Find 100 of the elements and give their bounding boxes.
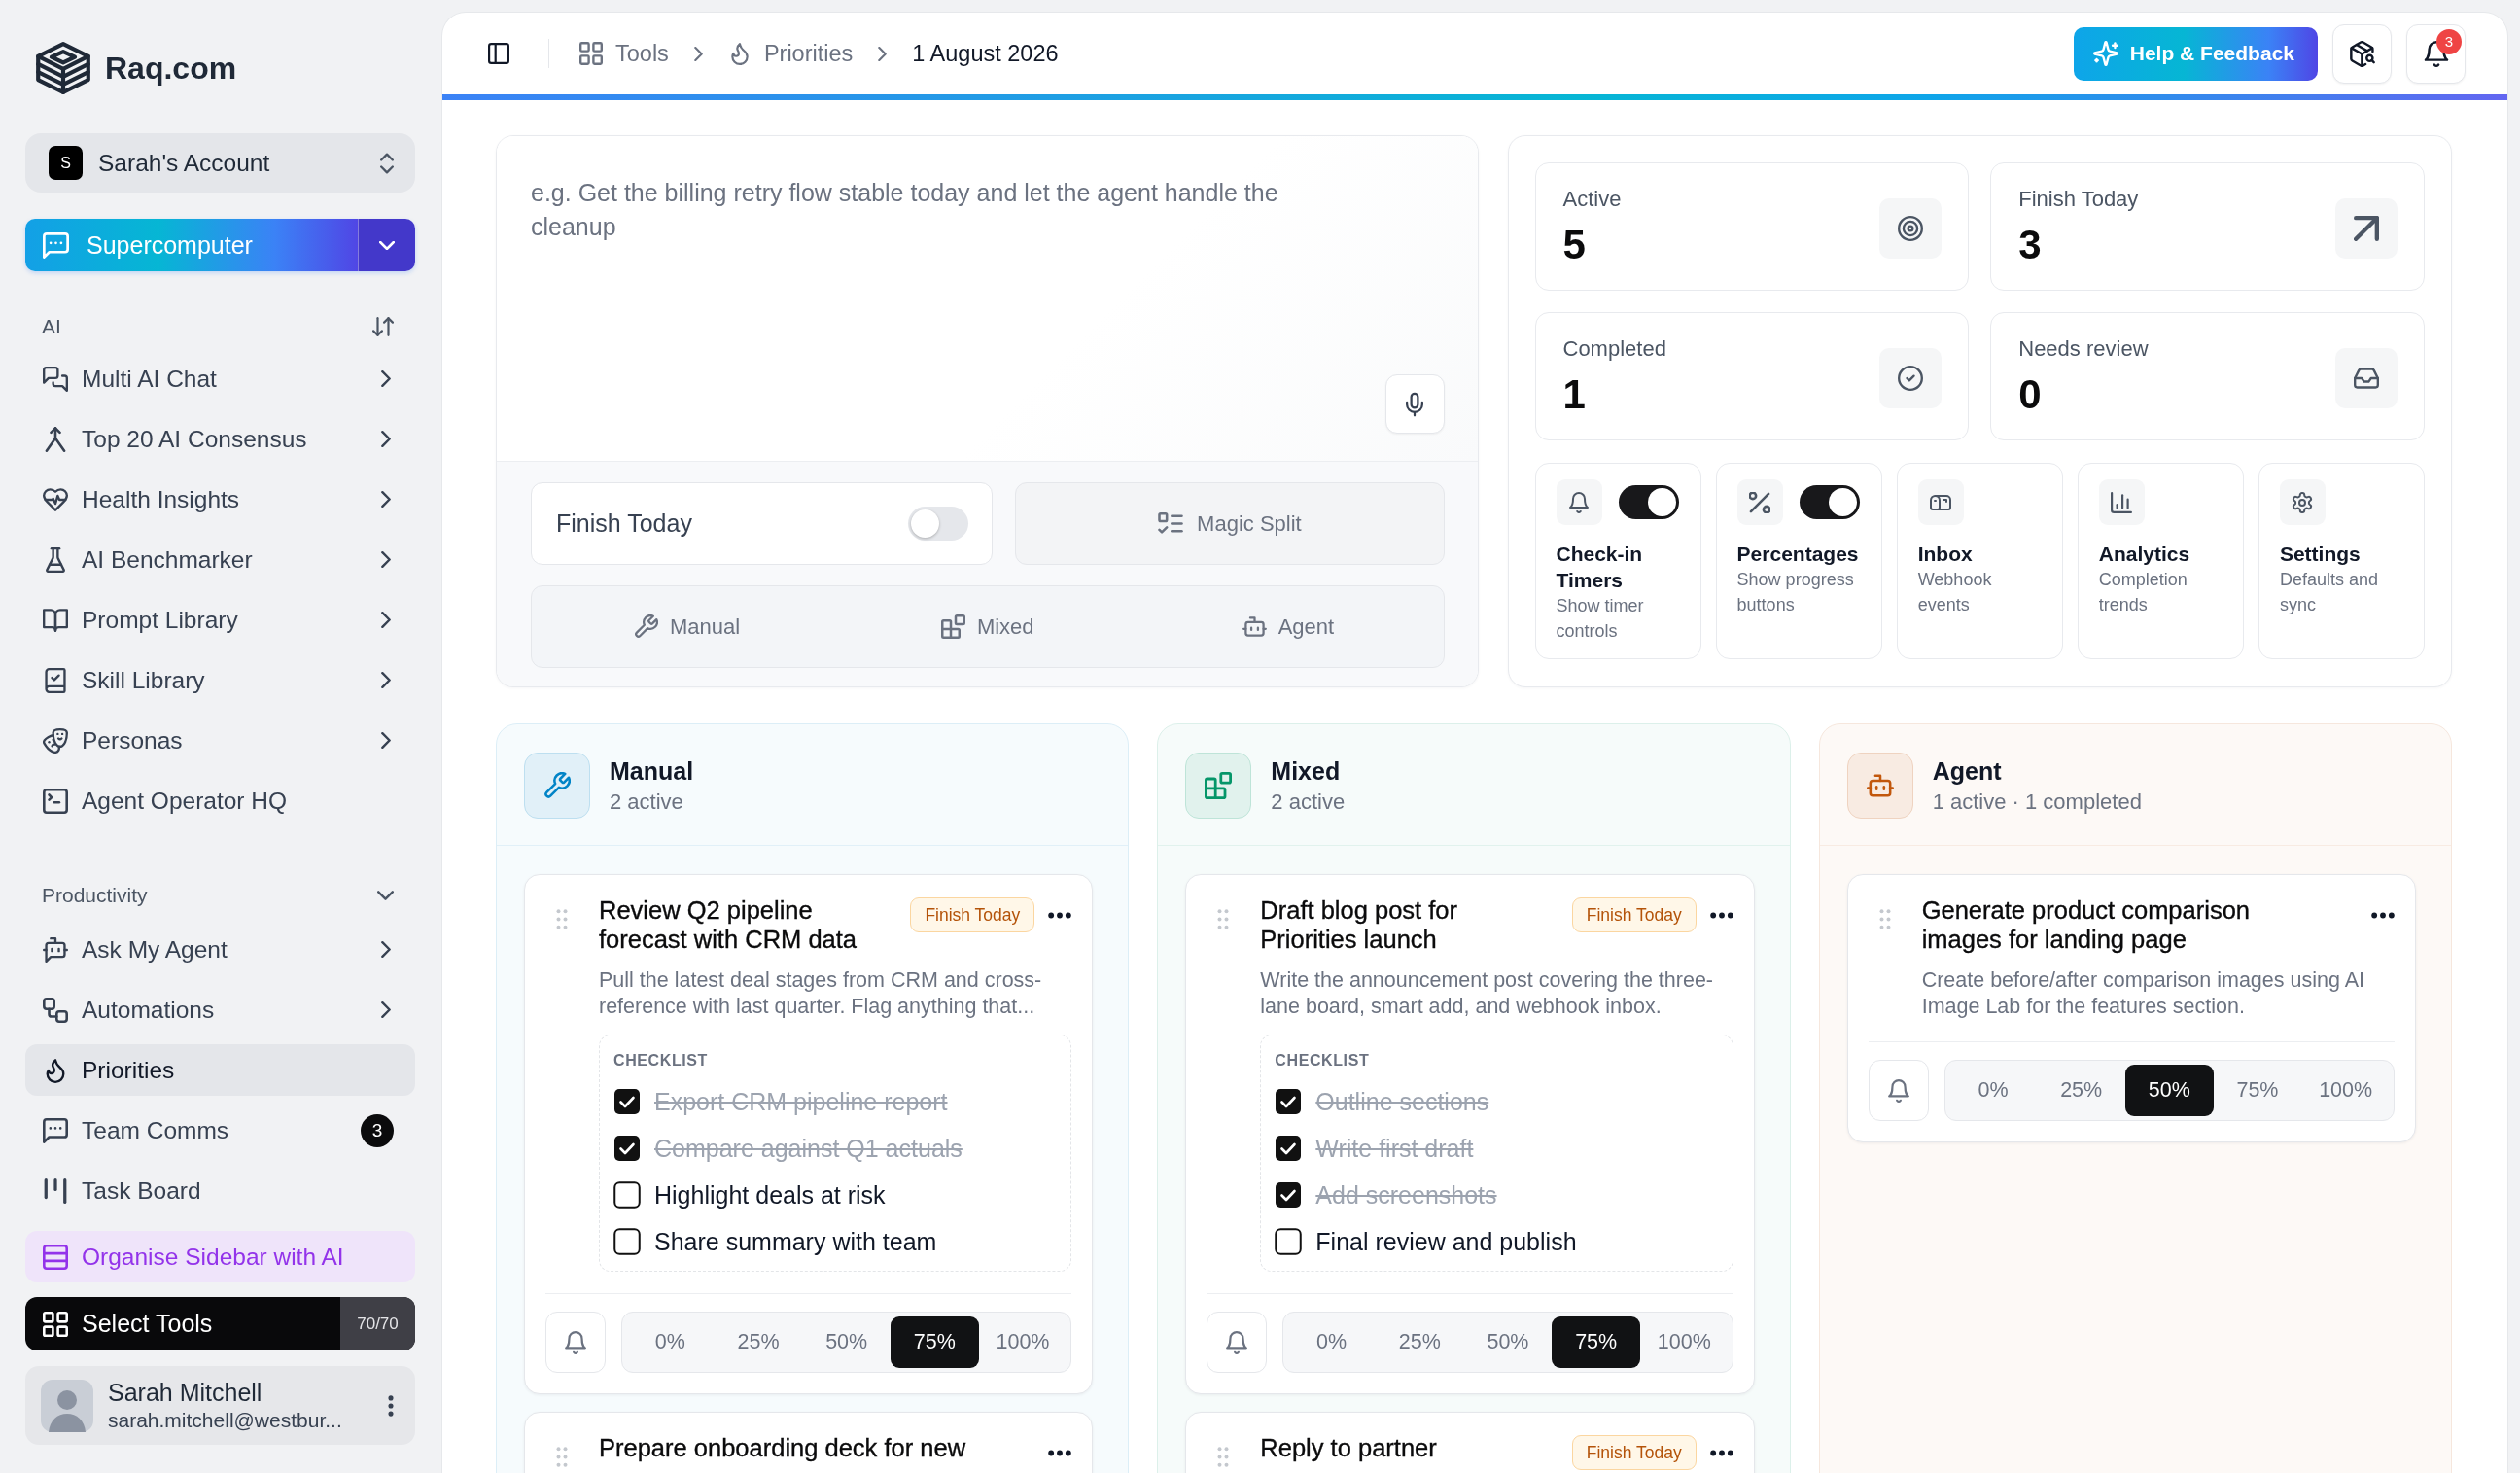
sidebar-item[interactable]: Task Board: [25, 1165, 415, 1216]
target-icon: [1879, 198, 1942, 259]
checkbox[interactable]: [1275, 1088, 1303, 1115]
more-vertical-icon[interactable]: [388, 1394, 394, 1417]
progress-option[interactable]: 100%: [1640, 1316, 1729, 1368]
task-card[interactable]: Prepare onboarding deck for new: [524, 1412, 1094, 1473]
sidebar-item[interactable]: Personas: [25, 715, 415, 766]
more-options-icon[interactable]: [1709, 1450, 1733, 1456]
checklist-heading: CHECKLIST: [1275, 1051, 1371, 1070]
task-description: Create before/after comparison images using AI Image Lab for the features section.: [1921, 967, 2365, 1020]
blocks-icon: [940, 614, 965, 639]
task-card[interactable]: Generate product comparison images for landing page Create before/after comparison images using AI Image Lab for the features section. 0% 25% 50% 75% 100%: [1846, 874, 2416, 1142]
progress-option[interactable]: 25%: [1376, 1316, 1464, 1368]
mode-option[interactable]: Manual: [537, 591, 838, 662]
progress-option[interactable]: 100%: [2301, 1065, 2390, 1116]
task-input[interactable]: e.g. Get the billing retry flow stable today and let the agent handle the cleanup: [497, 136, 1478, 462]
checklist-heading: CHECKLIST: [613, 1051, 709, 1070]
checklist-item[interactable]: Highlight deals at risk: [613, 1172, 1058, 1218]
progress-option[interactable]: 100%: [978, 1316, 1068, 1368]
notifications-button[interactable]: 3: [2406, 23, 2466, 84]
checkbox[interactable]: [1275, 1228, 1303, 1255]
more-options-icon[interactable]: [2371, 912, 2395, 919]
sidebar-item[interactable]: Ask My Agent: [25, 924, 415, 975]
due-tag: Finish Today: [1571, 1435, 1697, 1470]
progress-option[interactable]: 75%: [1552, 1316, 1640, 1368]
drag-handle-icon[interactable]: [556, 909, 568, 929]
sidebar-item[interactable]: Automations: [25, 984, 415, 1035]
progress-option[interactable]: 0%: [626, 1316, 715, 1368]
checkbox[interactable]: [1275, 1135, 1303, 1162]
more-options-icon[interactable]: [1048, 1450, 1072, 1456]
lane-subtitle: 1 active · 1 completed: [1932, 789, 2142, 815]
sidebar-item[interactable]: Prompt Library: [25, 594, 415, 646]
mailbox-icon: [1917, 479, 1964, 525]
mode-option[interactable]: Mixed: [837, 591, 1138, 662]
progress-option[interactable]: 75%: [891, 1316, 979, 1368]
task-title: Prepare onboarding deck for new: [599, 1433, 967, 1462]
package-search-button[interactable]: [2332, 23, 2392, 84]
account-switcher[interactable]: S Sarah's Account: [25, 133, 415, 193]
list-checks-icon: [1158, 512, 1184, 535]
task-description: Write the announcement post covering the three-lane board, smart add, and webhook inbox.: [1260, 967, 1715, 1020]
dropdown-button[interactable]: [358, 219, 415, 271]
progress-option[interactable]: 25%: [2037, 1065, 2125, 1116]
checklist-item[interactable]: Final review and publish: [1275, 1218, 1719, 1265]
settings-icon: [2279, 479, 2326, 525]
toggle-switch[interactable]: [908, 507, 969, 541]
breadcrumb-link[interactable]: Priorities: [727, 40, 854, 67]
sidebar-item[interactable]: Skill Library: [25, 654, 415, 706]
finish-today-setting[interactable]: Finish Today: [531, 482, 994, 565]
sidebar-item[interactable]: Team Comms 3: [25, 1105, 415, 1156]
drag-handle-icon[interactable]: [1217, 909, 1230, 929]
sidebar-item[interactable]: Priorities: [25, 1044, 415, 1096]
task-card[interactable]: [524, 874, 1094, 1394]
sidebar-item[interactable]: Top 20 AI Consensus: [25, 413, 415, 465]
sidebar-toggle-icon[interactable]: [488, 43, 509, 64]
more-options-icon[interactable]: [1048, 912, 1072, 919]
feature-card[interactable]: Check-in Timers Show timer controls: [1534, 463, 1701, 659]
drag-handle-icon[interactable]: [556, 1447, 568, 1467]
progress-option[interactable]: 0%: [1287, 1316, 1376, 1368]
due-tag: Finish Today: [1571, 897, 1697, 932]
toggle-switch[interactable]: [1618, 485, 1679, 519]
mode-option[interactable]: Agent: [1138, 591, 1439, 662]
progress-option[interactable]: 50%: [2125, 1065, 2214, 1116]
sort-icon[interactable]: [372, 317, 394, 336]
feature-card[interactable]: Analytics Completion trends: [2077, 463, 2244, 659]
drag-handle-icon[interactable]: [1217, 1447, 1230, 1467]
sidebar-item[interactable]: Agent Operator HQ: [25, 775, 415, 826]
progress-option[interactable]: 25%: [714, 1316, 803, 1368]
breadcrumb-link[interactable]: Tools: [579, 40, 669, 67]
sparkles-icon: [2092, 41, 2118, 66]
inbox-icon: [2335, 348, 2398, 408]
user-card[interactable]: Sarah Mitchell sarah.mitchell@westbur...: [25, 1366, 415, 1445]
task-title: Generate product comparison images for landing page: [1921, 895, 2251, 954]
select-tools-button[interactable]: Select Tools 70/70: [25, 1297, 415, 1350]
reminder-button[interactable]: [1868, 1060, 1929, 1121]
reminder-button[interactable]: [545, 1312, 606, 1373]
sidebar-item[interactable]: AI Benchmarker: [25, 534, 415, 585]
checkbox[interactable]: [613, 1135, 641, 1162]
task-card[interactable]: [1185, 874, 1755, 1394]
sidebar-item[interactable]: Multi AI Chat: [25, 353, 415, 404]
toggle-switch[interactable]: [1799, 485, 1860, 519]
progress-option[interactable]: 75%: [2213, 1065, 2302, 1116]
checkbox[interactable]: [613, 1088, 641, 1115]
feature-card[interactable]: Percentages Show progress buttons: [1715, 463, 1882, 659]
feature-card[interactable]: Settings Defaults and sync: [2258, 463, 2425, 659]
feature-card[interactable]: Inbox Webhook events: [1896, 463, 2063, 659]
progress-option[interactable]: 0%: [1948, 1065, 2038, 1116]
checkbox[interactable]: [613, 1181, 641, 1209]
chevron-down-icon[interactable]: [377, 891, 394, 900]
microphone-button[interactable]: [1384, 374, 1445, 434]
sidebar-item[interactable]: Health Insights: [25, 473, 415, 525]
progress-option[interactable]: 50%: [802, 1316, 891, 1368]
progress-option[interactable]: 50%: [1463, 1316, 1553, 1368]
more-options-icon[interactable]: [1709, 912, 1733, 919]
task-card[interactable]: Reply to partner Finish Today: [1185, 1412, 1755, 1473]
drag-handle-icon[interactable]: [1878, 909, 1891, 929]
checklist-item[interactable]: Share summary with team: [613, 1218, 1058, 1265]
checkbox[interactable]: [613, 1228, 641, 1255]
reminder-button[interactable]: [1207, 1312, 1268, 1373]
checkbox[interactable]: [1275, 1181, 1303, 1209]
organise-sidebar-button[interactable]: Organise Sidebar with AI: [25, 1231, 415, 1282]
